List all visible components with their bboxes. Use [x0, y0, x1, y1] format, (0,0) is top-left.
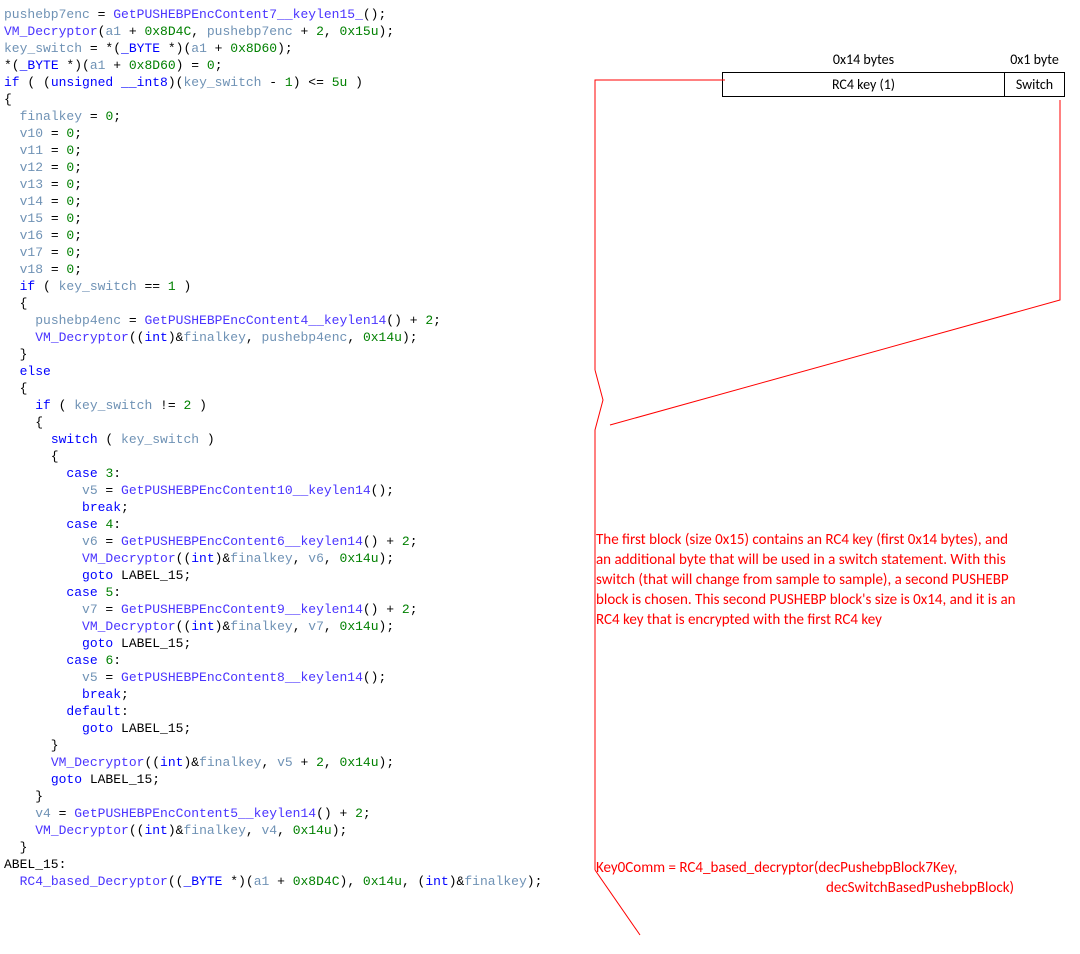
annotation-key0comm: Key0Comm = RC4_based_decryptor(decPusheb…: [596, 858, 1076, 898]
annotation-first-block: The first block (size 0x15) contains an …: [596, 530, 1026, 630]
fn: GetPUSHEBPEncContent7__keylen15_: [113, 7, 363, 22]
key-layout-diagram: 0x14 bytes 0x1 byte RC4 key (1) Switch: [722, 50, 1070, 97]
cell-rc4-key: RC4 key (1): [723, 73, 1005, 97]
header-switch-size: 0x1 byte: [1005, 50, 1065, 73]
page-root: pushebp7enc = GetPUSHEBPEncContent7__key…: [0, 0, 1080, 954]
fn: VM_Decryptor: [4, 24, 98, 39]
cell-switch: Switch: [1005, 73, 1065, 97]
header-rc4-size: 0x14 bytes: [723, 50, 1005, 73]
var: pushebp7enc: [4, 7, 90, 22]
key-layout-table: 0x14 bytes 0x1 byte RC4 key (1) Switch: [722, 50, 1065, 97]
code-block: pushebp7enc = GetPUSHEBPEncContent7__key…: [0, 0, 1080, 890]
label: ABEL_15:: [4, 857, 66, 872]
